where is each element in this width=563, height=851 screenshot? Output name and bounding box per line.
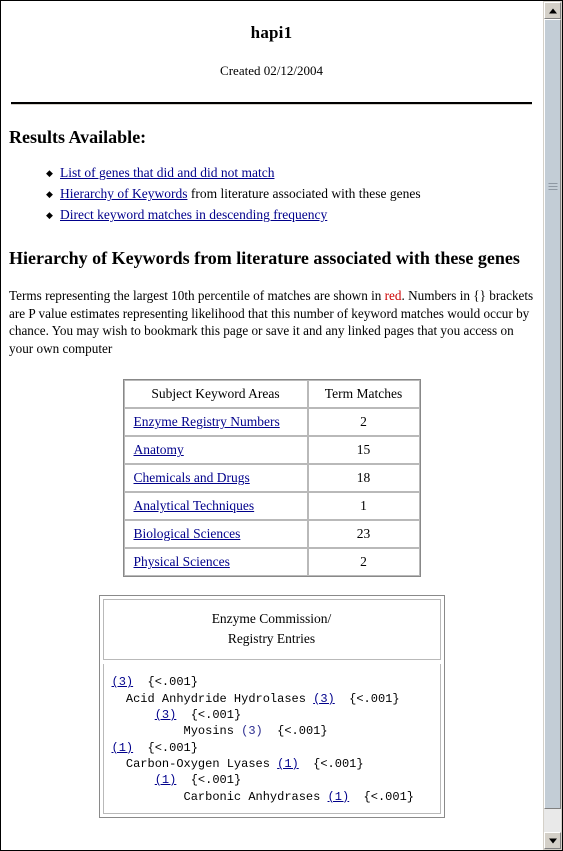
column-header-term-matches: Term Matches xyxy=(307,380,420,409)
table-row: Biological Sciences 23 xyxy=(123,520,420,549)
enzyme-count-link[interactable]: (1) xyxy=(112,741,134,755)
list-item: Hierarchy of Keywords from literature as… xyxy=(46,184,534,204)
vertical-scrollbar[interactable] xyxy=(542,1,562,850)
link-enzyme-registry-numbers[interactable]: Enzyme Registry Numbers xyxy=(134,414,280,429)
link-biological-sciences[interactable]: Biological Sciences xyxy=(134,526,241,541)
enzyme-p-value: {<.001} xyxy=(133,740,198,755)
keyword-table-container: Subject Keyword Areas Term Matches Enzym… xyxy=(9,379,534,578)
scrollbar-thumb[interactable] xyxy=(544,19,561,809)
results-available-heading: Results Available: xyxy=(9,127,147,147)
enzyme-header-line-2: Registry Entries xyxy=(227,631,316,647)
browser-window: hapi1 Created 02/12/2004 Results Availab… xyxy=(0,0,563,851)
cell-area: Biological Sciences xyxy=(123,520,308,549)
link-direct-keyword-matches[interactable]: Direct keyword matches in descending fre… xyxy=(60,207,327,222)
enzyme-entry-line: (3) {<.001} xyxy=(112,674,436,690)
table-row: Physical Sciences 2 xyxy=(123,548,420,577)
enzyme-p-value: {<.001} xyxy=(334,691,400,706)
cell-matches: 23 xyxy=(307,520,420,549)
enzyme-commission-header: Enzyme Commission/ Registry Entries xyxy=(102,599,441,661)
table-header-row: Subject Keyword Areas Term Matches xyxy=(123,380,420,409)
cell-matches: 15 xyxy=(307,436,420,465)
intro-red-highlight: red xyxy=(384,288,402,304)
divider-rule xyxy=(11,102,532,105)
hierarchy-intro-paragraph: Terms representing the largest 10th perc… xyxy=(9,287,534,357)
list-item: Direct keyword matches in descending fre… xyxy=(46,205,534,225)
document-viewport: hapi1 Created 02/12/2004 Results Availab… xyxy=(1,1,544,850)
table-row: Anatomy 15 xyxy=(123,436,420,465)
enzyme-p-value: {<.001} xyxy=(349,789,414,804)
cell-area: Analytical Techniques xyxy=(123,492,308,521)
cell-area: Chemicals and Drugs xyxy=(123,464,308,493)
enzyme-count-link[interactable]: (3) xyxy=(241,724,263,738)
link-anatomy[interactable]: Anatomy xyxy=(134,442,184,457)
enzyme-entry-line: Acid Anhydride Hydrolases (3) {<.001} xyxy=(125,691,400,706)
enzyme-p-value: {<.001} xyxy=(176,708,242,723)
enzyme-header-line-1: Enzyme Commission/ xyxy=(211,611,332,627)
enzyme-count-link[interactable]: (1) xyxy=(328,790,350,804)
enzyme-count-link[interactable]: (3) xyxy=(313,692,335,706)
enzyme-count-link[interactable]: (1) xyxy=(155,773,177,787)
link-physical-sciences[interactable]: Physical Sciences xyxy=(134,554,230,569)
hierarchy-heading: Hierarchy of Keywords from literature as… xyxy=(9,248,520,269)
subject-keyword-areas-table: Subject Keyword Areas Term Matches Enzym… xyxy=(122,379,421,578)
cell-matches: 2 xyxy=(307,408,420,437)
enzyme-commission-box: Enzyme Commission/ Registry Entries (3) … xyxy=(98,595,445,818)
cell-area: Physical Sciences xyxy=(123,548,308,577)
scroll-up-button[interactable] xyxy=(544,2,561,19)
cell-matches: 2 xyxy=(307,548,420,577)
document-body: hapi1 Created 02/12/2004 Results Availab… xyxy=(1,1,544,818)
enzyme-entry-line: (3) {<.001} xyxy=(112,707,436,723)
table-row: Enzyme Registry Numbers 2 xyxy=(123,408,420,437)
cell-area: Enzyme Registry Numbers xyxy=(123,408,308,437)
list-item-tail: from literature associated with these ge… xyxy=(187,186,421,202)
enzyme-entry-line: (1) {<.001} xyxy=(112,772,436,788)
results-list: List of genes that did and did not match… xyxy=(9,163,534,225)
scroll-down-button[interactable] xyxy=(544,832,561,849)
scrollbar-grip-icon xyxy=(548,183,557,192)
table-body: Subject Keyword Areas Term Matches Enzym… xyxy=(123,380,420,577)
column-header-subject-keyword-areas: Subject Keyword Areas xyxy=(123,380,308,409)
table-row: Analytical Techniques 1 xyxy=(123,492,420,521)
list-item: List of genes that did and did not match xyxy=(46,163,534,183)
chevron-down-icon xyxy=(548,838,557,843)
link-gene-match-list[interactable]: List of genes that did and did not match xyxy=(60,165,274,180)
enzyme-p-value: {<.001} xyxy=(298,756,364,771)
page-title: hapi1 xyxy=(250,23,293,42)
enzyme-count-link[interactable]: (3) xyxy=(112,675,134,689)
intro-text-part1: Terms representing the largest 10th perc… xyxy=(9,288,385,304)
enzyme-p-value: {<.001} xyxy=(176,773,242,788)
cell-area: Anatomy xyxy=(123,436,308,465)
enzyme-entry-line: Myosins (3) {<.001} xyxy=(183,724,328,739)
link-analytical-techniques[interactable]: Analytical Techniques xyxy=(134,498,255,513)
enzyme-entry-line: Carbon-Oxygen Lyases (1) {<.001} xyxy=(125,756,364,771)
page-created-date: Created 02/12/2004 xyxy=(220,63,323,78)
link-hierarchy-of-keywords[interactable]: Hierarchy of Keywords xyxy=(60,186,187,201)
enzyme-p-value: {<.001} xyxy=(262,724,328,739)
enzyme-entry-line: (1) {<.001} xyxy=(112,740,436,756)
link-chemicals-and-drugs[interactable]: Chemicals and Drugs xyxy=(134,470,250,485)
enzyme-p-value: {<.001} xyxy=(133,675,198,690)
table-row: Chemicals and Drugs 18 xyxy=(123,464,420,493)
enzyme-entry-line: Carbonic Anhydrases (1) {<.001} xyxy=(183,789,414,804)
chevron-up-icon xyxy=(548,8,557,13)
enzyme-count-link[interactable]: (1) xyxy=(277,757,299,771)
enzyme-commission-container: Enzyme Commission/ Registry Entries (3) … xyxy=(9,595,534,818)
cell-matches: 1 xyxy=(307,492,420,521)
enzyme-count-link[interactable]: (3) xyxy=(155,708,177,722)
enzyme-commission-entries: (3) {<.001} Acid Anhydride Hydrolases (3… xyxy=(102,664,441,814)
cell-matches: 18 xyxy=(307,464,420,493)
